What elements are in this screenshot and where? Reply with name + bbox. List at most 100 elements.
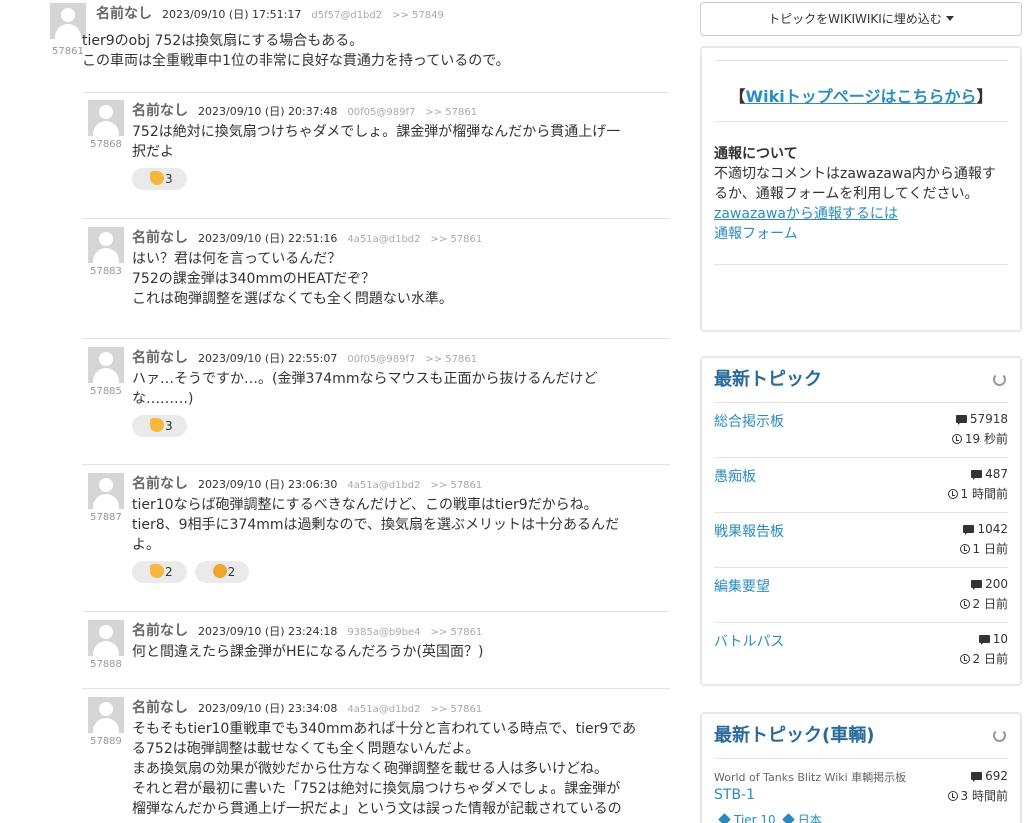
tag-nation[interactable]: 日本 [781, 813, 822, 823]
reply-link[interactable]: >> 57861 [431, 704, 483, 715]
comment-body: tier9のobj 752は換気扇にする場合もある。 この車両は全重戦車中1位の… [82, 33, 510, 69]
comment-author: 名前なし [132, 103, 188, 119]
avatar[interactable] [88, 620, 124, 656]
comment-number[interactable]: 57883 [88, 266, 124, 277]
comment-body: tier10ならば砲弾調整にするべきなんだけど、この戦車はtier9だからね。 … [132, 497, 619, 553]
topic-name[interactable]: 編集要望 [714, 576, 770, 596]
comment-author: 名前なし [132, 476, 188, 492]
topic-name[interactable]: 戦果報告板 [714, 521, 784, 541]
reply-link[interactable]: >> 57849 [392, 10, 444, 21]
topic-comment-count: 692 [985, 769, 1008, 783]
comment-icon [971, 772, 983, 782]
topic-source: World of Tanks Blitz Wiki 車輌掲示板 [714, 771, 907, 784]
topic-name[interactable]: バトルパス [714, 631, 784, 651]
comment-number[interactable]: 57868 [88, 139, 124, 150]
topic-row[interactable]: 戦果報告板 1042 1 日前 [714, 512, 1008, 567]
comment-meta: 名前なし 2023/09/10 (日) 23:34:08 4a51a@d1bd2 >>… [132, 697, 672, 717]
avatar[interactable] [88, 473, 124, 509]
reaction-thumbs-up[interactable]: 2 [132, 561, 187, 583]
report-body: 不適切なコメントはzawazawa内から通報するか、通報フォームを利用してくださ… [714, 166, 996, 202]
latest-topics-title: 最新トピック [702, 358, 1020, 402]
latest-topics-panel: 最新トピック 総合掲示板 57918 19 秒前 愚痴板 487 1 時間前 戦… [700, 356, 1022, 686]
comment-icon [978, 635, 990, 645]
comment-number[interactable]: 57889 [88, 736, 124, 747]
clock-icon [959, 599, 970, 609]
comment-user-id: d5f57@d1bd2 [311, 10, 383, 21]
caret-down-icon [945, 16, 954, 21]
topic-tags: Tier 10 日本 [718, 811, 830, 823]
topic-updated-time: 2 日前 [972, 652, 1008, 666]
tag-tier[interactable]: Tier 10 [718, 813, 776, 823]
clock-icon [959, 654, 970, 664]
topic-name[interactable]: 愚痴板 [714, 466, 756, 486]
latest-vehicle-topics-panel: 最新トピック(車輌) World of Tanks Blitz Wiki 車輌掲… [700, 712, 1022, 823]
comment-icon [971, 470, 983, 480]
clap-icon [212, 564, 227, 578]
divider [82, 464, 670, 465]
reply-link[interactable]: >> 57861 [431, 234, 483, 245]
comment-user-id: 4a51a@d1bd2 [347, 234, 421, 245]
comment-meta: 名前なし 2023/09/10 (日) 23:06:30 4a51a@d1bd2 >>… [132, 473, 672, 493]
topic-name[interactable]: 総合掲示板 [714, 411, 784, 431]
clock-icon [951, 434, 962, 444]
clock-icon [947, 791, 958, 801]
refresh-icon[interactable] [993, 373, 1006, 386]
reply-link[interactable]: >> 57861 [431, 480, 483, 491]
vehicle-topic-row[interactable]: World of Tanks Blitz Wiki 車輌掲示板 STB-1 69… [714, 758, 1008, 823]
report-section: 通報について 不適切なコメントはzawazawa内から通報するか、通報フォームを… [702, 122, 1020, 264]
comment-timestamp: 2023/09/10 (日) 17:51:17 [162, 8, 302, 21]
reaction-thumbs-up[interactable]: 3 [132, 415, 187, 437]
reply-link[interactable]: >> 57861 [425, 354, 477, 365]
thumbs-up-icon [150, 418, 164, 432]
topic-row[interactable]: 愚痴板 487 1 時間前 [714, 457, 1008, 512]
report-form-link[interactable]: 通報フォーム [714, 224, 1008, 244]
comment-author: 名前なし [132, 700, 188, 716]
clock-icon [947, 489, 958, 499]
comment-author: 名前なし [96, 6, 152, 22]
comment-body: 何と間違えたら課金弾がHEになるんだろうか(英国面？) [132, 644, 484, 660]
comment-body: そもそもtier10重戦車でも340mmあれば十分と言われている時点で、tier… [132, 721, 637, 817]
topic-updated-time: 2 日前 [972, 597, 1008, 611]
comment-number[interactable]: 57888 [88, 659, 124, 670]
reaction-clap[interactable]: 2 [194, 561, 250, 583]
topic-name[interactable]: STB-1 [714, 787, 755, 803]
topic-row[interactable]: 編集要望 200 2 日前 [714, 567, 1008, 622]
refresh-icon[interactable] [993, 729, 1006, 742]
comment-author: 名前なし [132, 350, 188, 366]
reply-link[interactable]: >> 57861 [431, 627, 483, 638]
avatar[interactable] [88, 100, 124, 136]
topic-row[interactable]: 総合掲示板 57918 19 秒前 [714, 402, 1008, 457]
topic-updated-time: 3 時間前 [960, 789, 1008, 803]
comment-author: 名前なし [132, 230, 188, 246]
comment-number[interactable]: 57885 [88, 386, 124, 397]
divider [82, 218, 670, 219]
divider [82, 688, 670, 689]
info-panel: 【Wikiトップページはこちらから】 通報について 不適切なコメントはzawaz… [700, 46, 1022, 332]
zawazawa-report-link[interactable]: zawazawaから通報するには [714, 204, 1008, 224]
reply-link[interactable]: >> 57861 [425, 107, 477, 118]
embed-topic-button[interactable]: トピックをWIKIWIKIに埋め込む [700, 2, 1022, 36]
topic-updated-time: 1 日前 [972, 542, 1008, 556]
comment-author: 名前なし [132, 623, 188, 639]
avatar[interactable] [88, 347, 124, 383]
topic-row[interactable]: バトルパス 10 2 日前 [714, 622, 1008, 677]
topic-comment-count: 57918 [969, 412, 1008, 426]
comment-number[interactable]: 57861 [52, 46, 84, 57]
divider [82, 611, 670, 612]
comment-body: ハァ…そうですか…。(金弾374mmならマウスも正面から抜けるんだけど な………… [132, 371, 598, 407]
reaction-thumbs-up[interactable]: 3 [132, 168, 187, 190]
topic-comment-count: 200 [985, 577, 1008, 591]
thumbs-up-icon [150, 171, 164, 185]
divider [82, 92, 670, 93]
comment-timestamp: 2023/09/10 (日) 23:34:08 [198, 702, 338, 715]
avatar[interactable] [88, 697, 124, 733]
comment-body: はい？君は何を言っているんだ？ 752の課金弾は340mmのHEATだぞ？ これ… [132, 251, 453, 307]
comment-meta: 名前なし 2023/09/10 (日) 22:51:16 4a51a@d1bd2 >>… [132, 227, 672, 247]
comment-timestamp: 2023/09/10 (日) 20:37:48 [198, 105, 338, 118]
avatar[interactable] [50, 3, 86, 39]
comment-body: 752は絶対に換気扇つけちゃダメでしょ。課金弾が榴弾なんだから貫通上げ一 択だよ [132, 124, 621, 160]
comment-timestamp: 2023/09/10 (日) 23:24:18 [198, 625, 338, 638]
comment-number[interactable]: 57887 [88, 512, 124, 523]
wiki-top-link[interactable]: Wikiトップページはこちらから [746, 87, 977, 106]
avatar[interactable] [88, 227, 124, 263]
